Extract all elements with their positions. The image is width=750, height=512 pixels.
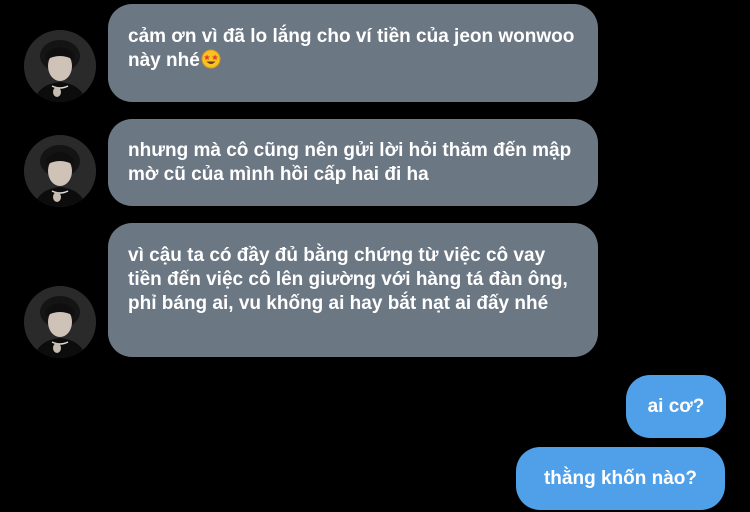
avatar-photo (24, 30, 96, 102)
incoming-message-bubble[interactable]: nhưng mà cô cũng nên gửi lời hỏi thăm đế… (108, 119, 598, 206)
outgoing-message-bubble[interactable]: thằng khốn nào? (516, 447, 725, 510)
contact-avatar[interactable] (24, 286, 96, 358)
avatar-photo (24, 286, 96, 358)
star-struck-emoji-icon (201, 49, 221, 69)
incoming-message-bubble[interactable]: cảm ơn vì đã lo lắng cho ví tiền của jeo… (108, 4, 598, 102)
message-text: thằng khốn nào? (543, 467, 698, 489)
message-text: nhưng mà cô cũng nên gửi lời hỏi thăm đế… (128, 140, 572, 185)
incoming-message-bubble[interactable]: vì cậu ta có đầy đủ bằng chứng từ việc c… (108, 223, 598, 357)
message-text: ai cơ? (647, 395, 705, 417)
contact-avatar[interactable] (24, 30, 96, 102)
message-text: vì cậu ta có đầy đủ bằng chứng từ việc c… (128, 245, 568, 314)
message-text: cảm ơn vì đã lo lắng cho ví tiền của jeo… (128, 26, 575, 71)
avatar-photo (24, 135, 96, 207)
outgoing-message-bubble[interactable]: ai cơ? (626, 375, 726, 438)
contact-avatar[interactable] (24, 135, 96, 207)
